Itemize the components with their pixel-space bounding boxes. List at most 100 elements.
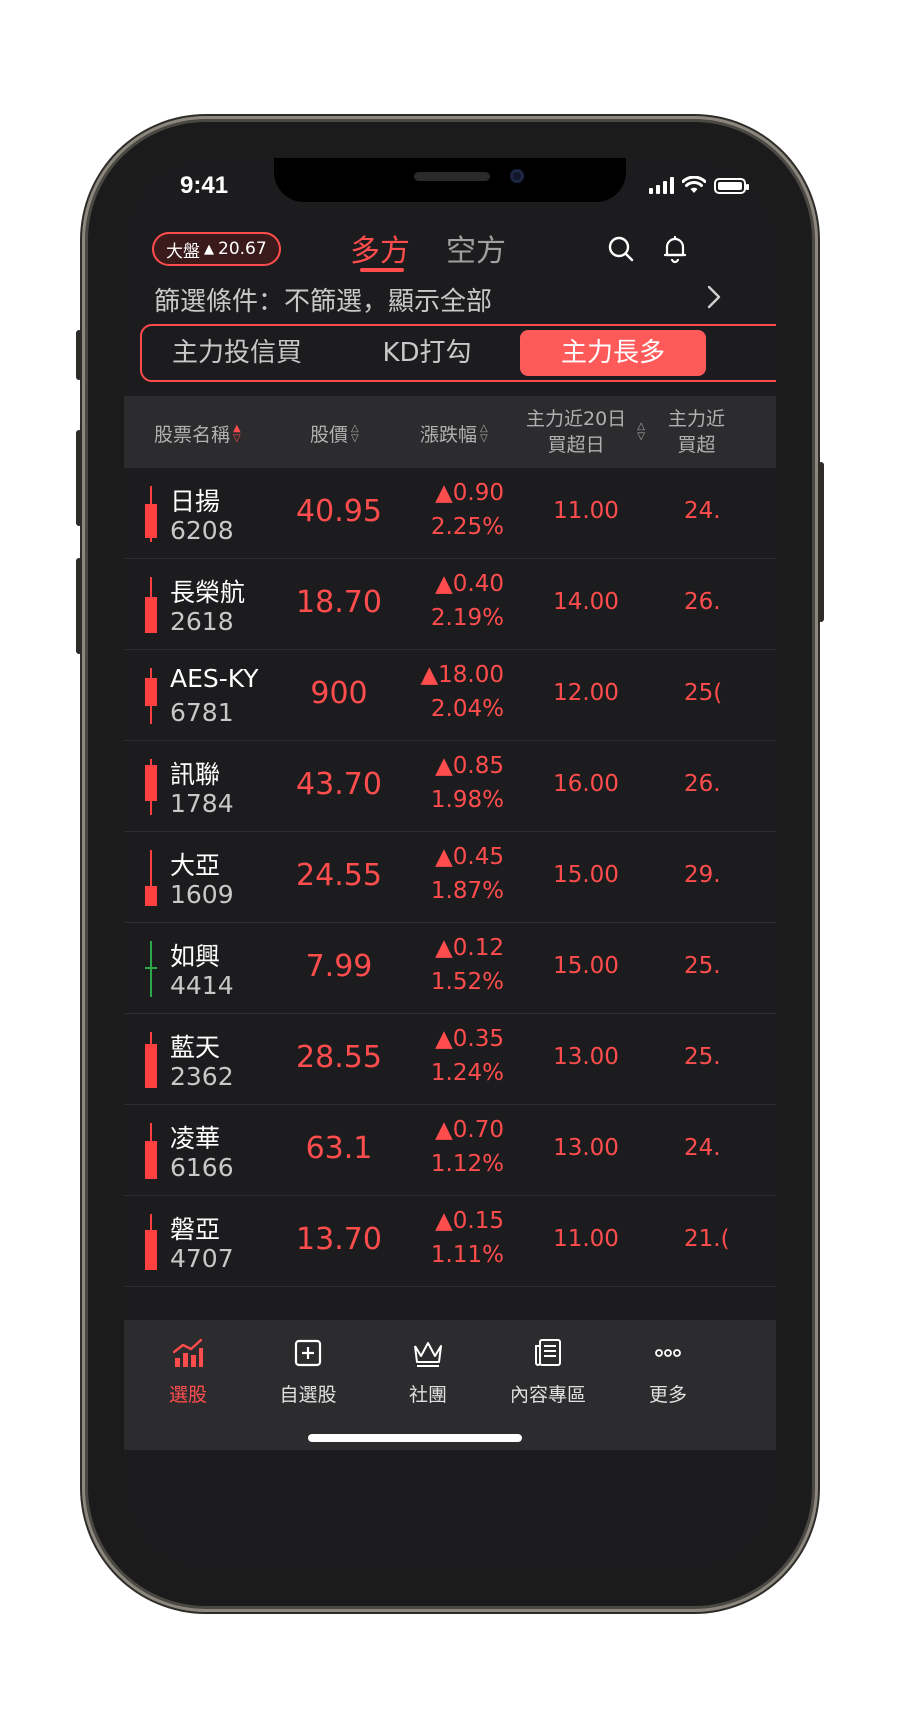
candlestick-icon — [145, 1032, 157, 1088]
tab-label: 自選股 — [279, 1384, 337, 1406]
stock-name: 長榮航 — [170, 578, 246, 607]
stock-code: 2618 — [170, 607, 234, 636]
col-main-x[interactable]: 主力近 買超 — [668, 406, 725, 458]
stock-price: 13.70 — [296, 1222, 382, 1257]
stock-row[interactable]: AES-KY 6781 900 ▲18.00 2.04% 12.00 25( — [124, 650, 776, 741]
home-indicator — [308, 1434, 522, 1442]
strategy-segmented-control: 主力投信買 KD打勾 主力長多 — [140, 324, 776, 382]
stock-code: 6166 — [170, 1153, 234, 1182]
candlestick-icon — [145, 668, 157, 724]
speaker — [414, 172, 490, 181]
stock-price: 24.55 — [296, 858, 382, 893]
bell-icon[interactable] — [660, 234, 690, 264]
stock-row[interactable]: 凌華 6166 63.1 ▲0.70 1.12% 13.00 24. — [124, 1105, 776, 1196]
stock-name: 藍天 — [170, 1033, 221, 1062]
main-20d-buy-days: 11.00 — [553, 498, 619, 524]
stock-row[interactable]: 大亞 1609 24.55 ▲0.45 1.87% 15.00 29. — [124, 832, 776, 923]
wifi-icon — [682, 176, 706, 193]
col-main-x-line2: 買超 — [677, 434, 716, 456]
segment-main-investment-buy[interactable]: 主力投信買 — [142, 326, 332, 380]
stock-price: 40.95 — [296, 494, 382, 529]
segment-main-long[interactable]: 主力長多 — [520, 330, 706, 376]
up-arrow-icon: ▲ — [204, 241, 214, 257]
main-20d-buy-days: 13.00 — [553, 1135, 619, 1161]
price-change: ▲18.00 — [420, 662, 504, 688]
main-x-buy: 24. — [684, 498, 721, 524]
battery-icon — [714, 178, 749, 194]
percent-change: 2.19% — [430, 605, 504, 631]
stock-name: 如興 — [170, 942, 221, 971]
stock-row[interactable]: 磐亞 4707 13.70 ▲0.15 1.11% 11.00 21.( — [124, 1196, 776, 1287]
crown-icon — [414, 1342, 442, 1367]
stock-row[interactable]: 長榮航 2618 18.70 ▲0.40 2.19% 14.00 26. — [124, 559, 776, 650]
tab-content[interactable]: 內容專區 — [488, 1336, 608, 1407]
stock-row[interactable]: 訊聯 1784 43.70 ▲0.85 1.98% 16.00 26. — [124, 741, 776, 832]
tab-more[interactable]: 更多 — [608, 1336, 728, 1407]
price-change: ▲0.85 — [435, 753, 504, 779]
chevron-right-icon — [707, 285, 721, 309]
stock-name: 磐亞 — [170, 1215, 221, 1244]
percent-change: 2.04% — [430, 696, 504, 722]
sort-icon: ▲ ▽ — [233, 422, 241, 444]
stock-name: 凌華 — [170, 1124, 221, 1153]
col-main-x-line1: 主力近 — [668, 408, 726, 430]
stock-price: 28.55 — [296, 1040, 382, 1075]
stock-code: 6208 — [170, 516, 234, 545]
price-change: ▲0.35 — [435, 1026, 504, 1052]
tab-community[interactable]: 社團 — [368, 1336, 488, 1407]
col-main-20d[interactable]: 主力近20日 買超日 △ ▽ — [526, 406, 645, 458]
stock-price: 7.99 — [305, 949, 373, 984]
stock-code: 1609 — [170, 880, 234, 909]
col-name-label: 股票名稱 — [154, 424, 231, 446]
tab-stock-picker[interactable]: 選股 — [128, 1336, 248, 1407]
market-index-badge[interactable]: 大盤 ▲ 20.67 — [152, 232, 281, 266]
filter-row[interactable]: 篩選條件：不篩選，顯示全部 — [154, 276, 754, 322]
app-screen: 9:41 大盤 ▲ 20.67 多方 空方 篩選條件：不篩選，顯示全部 主力投信… — [124, 158, 776, 1570]
filter-text: 篩選條件：不篩選，顯示全部 — [154, 286, 493, 317]
stock-name: 訊聯 — [170, 760, 221, 789]
main-x-buy: 21.( — [684, 1226, 730, 1252]
stock-name: AES-KY — [170, 664, 259, 693]
percent-change: 2.25% — [430, 514, 504, 540]
mute-switch — [76, 330, 82, 380]
stock-row[interactable]: 如興 4414 7.99 ▲0.12 1.52% 15.00 25. — [124, 923, 776, 1014]
percent-change: 1.12% — [430, 1151, 504, 1177]
col-price[interactable]: 股價 △ ▽ — [310, 420, 359, 447]
main-20d-buy-days: 15.00 — [553, 862, 619, 888]
stock-row[interactable]: 藍天 2362 28.55 ▲0.35 1.24% 13.00 25. — [124, 1014, 776, 1105]
segment-kd-check[interactable]: KD打勾 — [332, 326, 522, 380]
col-main-20d-line1: 主力近20日 — [526, 408, 627, 430]
candlestick-icon — [145, 941, 157, 997]
main-x-buy: 29. — [684, 862, 721, 888]
tab-watchlist[interactable]: 自選股 — [248, 1336, 368, 1407]
more-icon — [655, 1349, 681, 1357]
stock-list: 日揚 6208 40.95 ▲0.90 2.25% 11.00 24. 長榮航 … — [124, 468, 776, 1287]
percent-change: 1.52% — [430, 969, 504, 995]
volume-up-button — [76, 430, 82, 526]
status-time: 9:41 — [180, 172, 229, 199]
sort-icon: △ ▽ — [480, 422, 488, 444]
candlestick-icon — [145, 1123, 157, 1179]
col-change[interactable]: 漲跌幅 △ ▽ — [420, 420, 488, 447]
col-price-label: 股價 — [310, 424, 349, 446]
stock-price: 900 — [310, 676, 368, 711]
stock-code: 4414 — [170, 971, 234, 1000]
main-x-buy: 25( — [684, 680, 723, 706]
sort-icon: △ ▽ — [351, 422, 359, 444]
percent-change: 1.11% — [430, 1242, 504, 1268]
tab-long[interactable]: 多方 — [350, 226, 410, 270]
stock-row[interactable]: 日揚 6208 40.95 ▲0.90 2.25% 11.00 24. — [124, 468, 776, 559]
price-change: ▲0.45 — [435, 844, 504, 870]
main-20d-buy-days: 13.00 — [553, 1044, 619, 1070]
search-icon[interactable] — [606, 234, 636, 264]
price-change: ▲0.12 — [435, 935, 504, 961]
stock-name: 大亞 — [170, 851, 221, 880]
col-main-20d-line2: 買超日 — [547, 434, 605, 456]
price-change: ▲0.90 — [435, 480, 504, 506]
market-change: 20.67 — [218, 239, 267, 259]
active-tab-indicator — [360, 268, 404, 272]
main-x-buy: 25. — [684, 1044, 721, 1070]
tab-short[interactable]: 空方 — [446, 226, 506, 270]
main-x-buy: 24. — [684, 1135, 721, 1161]
col-name[interactable]: 股票名稱 ▲ ▽ — [154, 420, 241, 447]
